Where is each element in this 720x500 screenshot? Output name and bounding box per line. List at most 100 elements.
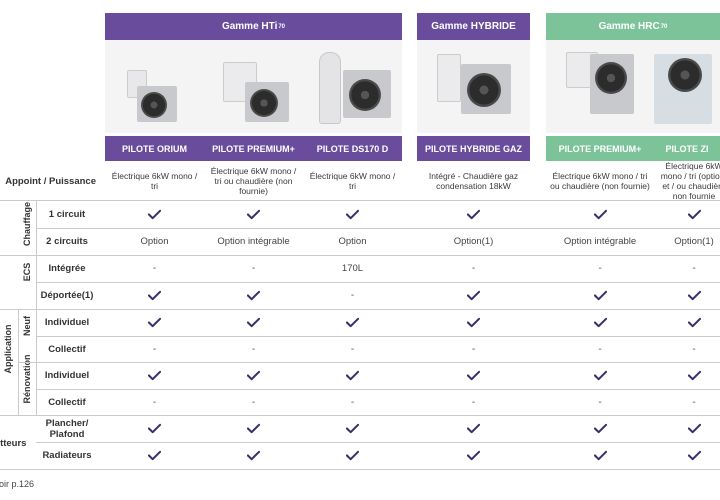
- check-icon: [105, 362, 204, 389]
- check-icon: [204, 309, 303, 336]
- fan-icon: [349, 79, 381, 111]
- pilot-header-0: PILOTE ORIUM: [105, 136, 204, 161]
- check-icon: [204, 282, 303, 309]
- water-tank-image: [319, 52, 341, 124]
- text-cell: Option(1): [453, 236, 494, 247]
- check-icon: [417, 415, 530, 442]
- desc-cell-5: Électrique 6kW mono / tri (option) et / …: [660, 162, 720, 200]
- pilot-header-2: PILOTE DS170 D: [303, 136, 402, 161]
- product-photos-hti: [105, 40, 402, 133]
- check-icon: [654, 442, 720, 469]
- pilot-header-5: PILOTE ZI: [654, 136, 720, 161]
- check-icon: [204, 415, 303, 442]
- pilot-header-4: PILOTE PREMIUM+: [546, 136, 654, 161]
- group-header-hrc-sup: 70: [660, 23, 668, 30]
- dash-cell: -: [692, 343, 696, 355]
- outdoor-unit-image: [245, 82, 289, 122]
- dash-cell: -: [350, 290, 355, 301]
- outdoor-unit-image: [343, 70, 391, 118]
- check-icon: [105, 309, 204, 336]
- check-icon: [654, 362, 720, 389]
- check-icon: [303, 442, 402, 469]
- check-icon: [546, 362, 654, 389]
- row-divider: [0, 469, 720, 470]
- check-icon: [654, 309, 720, 336]
- dash-cell: -: [251, 263, 256, 274]
- check-icon: [654, 415, 720, 442]
- desc-cell-1: Électrique 6kW mono / tri ou chaudière (…: [210, 166, 297, 196]
- row-label: Plancher/ Plafond: [45, 417, 89, 440]
- dash-cell: -: [471, 396, 476, 408]
- dash-cell: -: [598, 343, 602, 355]
- check-icon: [417, 282, 530, 309]
- row-label: Collectif: [48, 396, 86, 408]
- desc-cell-3: Intégré - Chaudière gaz condensation 18k…: [428, 171, 519, 191]
- text-cell: Option: [140, 236, 169, 247]
- fan-icon: [250, 89, 278, 117]
- check-icon: [105, 415, 204, 442]
- fan-icon: [141, 92, 167, 118]
- group-header-hybride: Gamme HYBRIDE: [417, 13, 530, 40]
- dash-cell: -: [152, 343, 157, 355]
- check-icon: [417, 200, 530, 228]
- product-photos-hybride: [417, 40, 530, 133]
- group-header-hti-sup: 70: [278, 23, 286, 30]
- row-label: Individuel: [44, 317, 90, 328]
- dash-cell: -: [152, 396, 157, 408]
- group-header-hrc-label: Gamme HRC: [598, 21, 660, 32]
- dash-cell: -: [350, 396, 355, 408]
- check-icon: [204, 362, 303, 389]
- check-icon: [546, 200, 654, 228]
- row-label: Collectif: [48, 343, 86, 355]
- footnote: (1) Voir p.126: [0, 479, 35, 489]
- dash-cell: -: [152, 263, 157, 274]
- group-header-hrc: Gamme HRC 70: [546, 13, 720, 40]
- desc-cell-0: Électrique 6kW mono / tri: [111, 171, 198, 191]
- hydraulic-module-image: [654, 54, 712, 124]
- outdoor-unit-image: [461, 64, 511, 114]
- check-icon: [303, 309, 402, 336]
- dash-cell: -: [471, 263, 476, 274]
- dash-cell: -: [692, 263, 696, 274]
- feature-table: 1 circuit 2 circuits Option Option intégrab…: [0, 200, 720, 469]
- desc-cell-4: Électrique 6kW mono / tri ou chaudière (…: [550, 171, 650, 191]
- check-icon: [546, 309, 654, 336]
- text-cell: Option(1): [674, 236, 714, 247]
- row-label: Radiateurs: [42, 450, 92, 461]
- row-label: Individuel: [44, 370, 90, 381]
- product-photos-hrc: [546, 40, 720, 133]
- text-cell: Option intégrable: [217, 236, 290, 247]
- check-icon: [105, 442, 204, 469]
- pilot-header-3: PILOTE HYBRIDE GAZ: [417, 136, 530, 161]
- row-label: 2 circuits: [46, 236, 88, 247]
- dash-cell: -: [471, 343, 476, 355]
- fan-icon: [668, 58, 702, 92]
- fan-icon: [467, 73, 501, 107]
- check-icon: [417, 309, 530, 336]
- group-header-hybride-label: Gamme HYBRIDE: [431, 21, 516, 32]
- check-icon: [204, 442, 303, 469]
- check-icon: [654, 282, 720, 309]
- text-cell: 170L: [341, 263, 364, 274]
- text-cell: Option intégrable: [563, 236, 637, 247]
- check-icon: [303, 200, 402, 228]
- fan-icon: [595, 62, 627, 94]
- group-header-hti: Gamme HTi 70: [105, 13, 402, 40]
- indoor-unit-image: [437, 54, 461, 102]
- pilot-header-1: PILOTE PREMIUM+: [204, 136, 303, 161]
- desc-cell-2: Électrique 6kW mono / tri: [309, 171, 396, 191]
- check-icon: [105, 200, 204, 228]
- check-icon: [303, 362, 402, 389]
- check-icon: [546, 282, 654, 309]
- check-icon: [204, 200, 303, 228]
- dash-cell: -: [598, 263, 602, 274]
- text-cell: Option: [338, 236, 367, 247]
- dash-cell: -: [350, 343, 355, 355]
- row-label: Intégrée: [48, 263, 86, 274]
- row-label-appoint: Appoint / Puissance: [5, 175, 96, 187]
- row-label: 1 circuit: [48, 208, 86, 220]
- dash-cell: -: [251, 343, 256, 355]
- group-header-hti-label: Gamme HTi: [221, 21, 278, 32]
- outdoor-unit-image: [137, 86, 177, 122]
- dash-cell: -: [692, 396, 696, 408]
